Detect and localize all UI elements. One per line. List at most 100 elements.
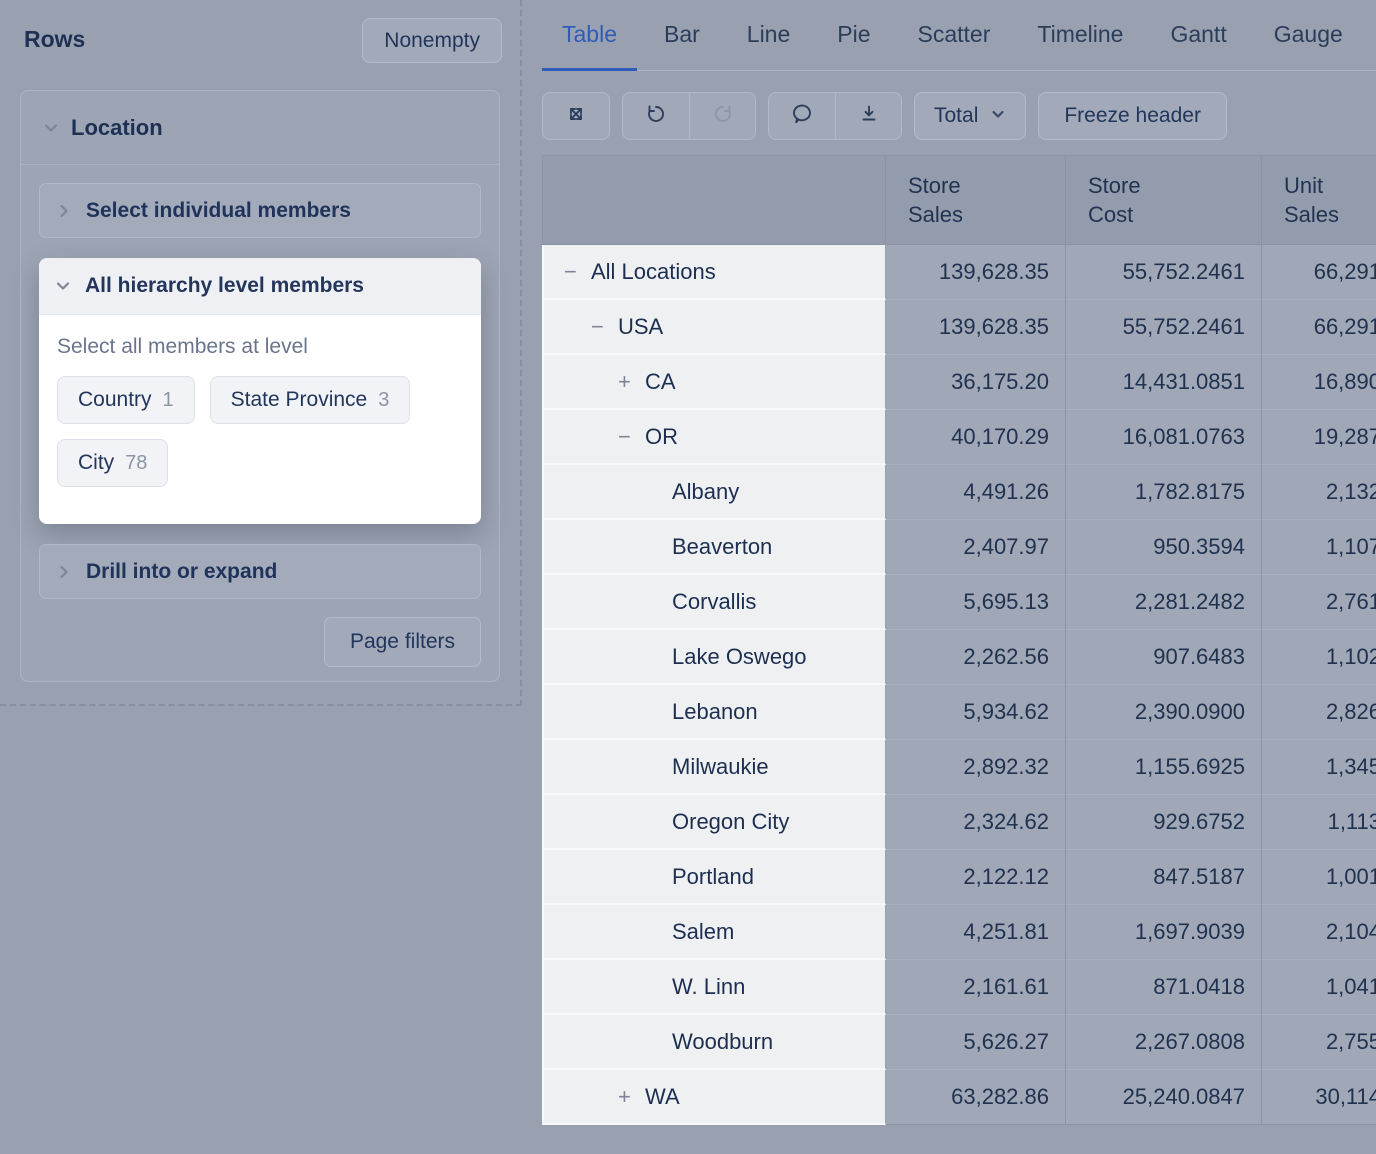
undo-icon bbox=[644, 102, 668, 131]
data-cell: 30,114 bbox=[1262, 1070, 1376, 1125]
data-cell: 950.3594 bbox=[1066, 520, 1262, 575]
chevron-right-icon bbox=[56, 564, 72, 580]
tab-gauge[interactable]: Gauge bbox=[1254, 0, 1363, 71]
tab-scatter[interactable]: Scatter bbox=[898, 0, 1011, 71]
tab-table[interactable]: Table bbox=[542, 0, 637, 71]
chip-count: 1 bbox=[163, 389, 174, 412]
tab-pie[interactable]: Pie bbox=[817, 0, 890, 71]
section-select-individual-members[interactable]: Select individual members bbox=[39, 183, 481, 238]
page-filters-button[interactable]: Page filters bbox=[324, 617, 481, 667]
data-cell: 1,107 bbox=[1262, 520, 1376, 575]
row-label-text: Milwaukie bbox=[672, 754, 769, 780]
data-cell: 63,282.86 bbox=[886, 1070, 1066, 1125]
data-cell: 5,695.13 bbox=[886, 575, 1066, 630]
table-toolbar: Total Freeze header bbox=[542, 92, 1227, 140]
data-cell: 139,628.35 bbox=[886, 300, 1066, 355]
data-cell: 2,122.12 bbox=[886, 850, 1066, 905]
freeze-header-button[interactable]: Freeze header bbox=[1038, 92, 1227, 140]
chart-type-tabs: TableBarLinePieScatterTimelineGanttGauge bbox=[542, 0, 1376, 71]
level-chip-city[interactable]: City78 bbox=[57, 439, 168, 487]
expand-button[interactable] bbox=[543, 93, 609, 139]
row-label-ca[interactable]: +CA bbox=[542, 355, 886, 410]
row-label-text: Portland bbox=[672, 864, 754, 890]
tab-line[interactable]: Line bbox=[727, 0, 810, 71]
all-hierarchy-members-body: Select all members at level Country1 Stat… bbox=[39, 315, 481, 524]
redo-icon bbox=[711, 102, 735, 131]
data-cell: 2,755 bbox=[1262, 1015, 1376, 1070]
data-cell: 2,407.97 bbox=[886, 520, 1066, 575]
undo-button[interactable] bbox=[623, 93, 689, 139]
row-label-salem[interactable]: Salem bbox=[542, 905, 886, 960]
collapse-node-icon[interactable]: − bbox=[618, 424, 645, 450]
data-cell: 66,291 bbox=[1262, 300, 1376, 355]
location-card-header[interactable]: Location bbox=[21, 91, 499, 165]
data-cell: 907.6483 bbox=[1066, 630, 1262, 685]
level-chip-state-province[interactable]: State Province 3 bbox=[210, 376, 411, 424]
location-card-body: Select individual members All hierarchy … bbox=[21, 165, 499, 685]
row-label-woodburn[interactable]: Woodburn bbox=[542, 1015, 886, 1070]
data-cell: 4,251.81 bbox=[886, 905, 1066, 960]
row-label-text: OR bbox=[645, 424, 678, 450]
data-cell: 14,431.0851 bbox=[1066, 355, 1262, 410]
row-label-portland[interactable]: Portland bbox=[542, 850, 886, 905]
row-label-text: USA bbox=[618, 314, 663, 340]
download-button[interactable] bbox=[835, 93, 901, 139]
data-cell: 40,170.29 bbox=[886, 410, 1066, 465]
section-drill-into-or-expand[interactable]: Drill into or expand bbox=[39, 544, 481, 599]
tab-timeline[interactable]: Timeline bbox=[1017, 0, 1143, 71]
data-cell: 2,281.2482 bbox=[1066, 575, 1262, 630]
data-cell: 2,161.61 bbox=[886, 960, 1066, 1015]
expand-node-icon[interactable]: + bbox=[618, 369, 645, 395]
data-cell: 2,132 bbox=[1262, 465, 1376, 520]
comment-button[interactable] bbox=[769, 93, 835, 139]
tab-bar[interactable]: Bar bbox=[644, 0, 720, 71]
row-label-milwaukie[interactable]: Milwaukie bbox=[542, 740, 886, 795]
row-label-lebanon[interactable]: Lebanon bbox=[542, 685, 886, 740]
tab-gantt[interactable]: Gantt bbox=[1150, 0, 1246, 71]
data-cell: 2,104 bbox=[1262, 905, 1376, 960]
expand-node-icon[interactable]: + bbox=[618, 1084, 645, 1110]
row-label-oregon-city[interactable]: Oregon City bbox=[542, 795, 886, 850]
row-label-corvallis[interactable]: Corvallis bbox=[542, 575, 886, 630]
row-label-text: Woodburn bbox=[672, 1029, 773, 1055]
row-label-wa[interactable]: +WA bbox=[542, 1070, 886, 1125]
data-cell: 4,491.26 bbox=[886, 465, 1066, 520]
data-cell: 2,892.32 bbox=[886, 740, 1066, 795]
row-label-or[interactable]: −OR bbox=[542, 410, 886, 465]
row-label-albany[interactable]: Albany bbox=[542, 465, 886, 520]
chevron-down-icon bbox=[43, 120, 59, 136]
row-label-text: Lake Oswego bbox=[672, 644, 807, 670]
data-cell: 66,291 bbox=[1262, 245, 1376, 300]
data-cell: 16,081.0763 bbox=[1066, 410, 1262, 465]
row-label-w-linn[interactable]: W. Linn bbox=[542, 960, 886, 1015]
chevron-right-icon bbox=[56, 203, 72, 219]
row-label-lake-oswego[interactable]: Lake Oswego bbox=[542, 630, 886, 685]
collapse-node-icon[interactable]: − bbox=[564, 259, 591, 285]
chip-count: 3 bbox=[378, 389, 389, 412]
chip-label: State Province bbox=[231, 388, 368, 412]
redo-button[interactable] bbox=[689, 93, 755, 139]
data-cell: 1,102 bbox=[1262, 630, 1376, 685]
data-cell: 55,752.2461 bbox=[1066, 300, 1262, 355]
data-cell: 2,826 bbox=[1262, 685, 1376, 740]
rows-panel-title: Rows bbox=[24, 26, 85, 53]
download-icon bbox=[857, 102, 881, 131]
row-label-usa[interactable]: −USA bbox=[542, 300, 886, 355]
data-cell: 929.6752 bbox=[1066, 795, 1262, 850]
row-label-text: CA bbox=[645, 369, 676, 395]
row-label-beaverton[interactable]: Beaverton bbox=[542, 520, 886, 575]
level-chip-country[interactable]: Country1 bbox=[57, 376, 195, 424]
row-label-text: Beaverton bbox=[672, 534, 772, 560]
row-label-all-locations[interactable]: −All Locations bbox=[542, 245, 886, 300]
all-hierarchy-members-header[interactable]: All hierarchy level members bbox=[39, 258, 481, 315]
collapse-node-icon[interactable]: − bbox=[591, 314, 618, 340]
select-level-helper: Select all members at level bbox=[57, 335, 463, 359]
data-cell: 5,626.27 bbox=[886, 1015, 1066, 1070]
data-cell: 139,628.35 bbox=[886, 245, 1066, 300]
total-dropdown[interactable]: Total bbox=[914, 92, 1026, 140]
nonempty-button[interactable]: Nonempty bbox=[362, 18, 502, 63]
data-cell: 36,175.20 bbox=[886, 355, 1066, 410]
row-label-text: Albany bbox=[672, 479, 739, 505]
data-cell: 5,934.62 bbox=[886, 685, 1066, 740]
data-cell: 1,113 bbox=[1262, 795, 1376, 850]
